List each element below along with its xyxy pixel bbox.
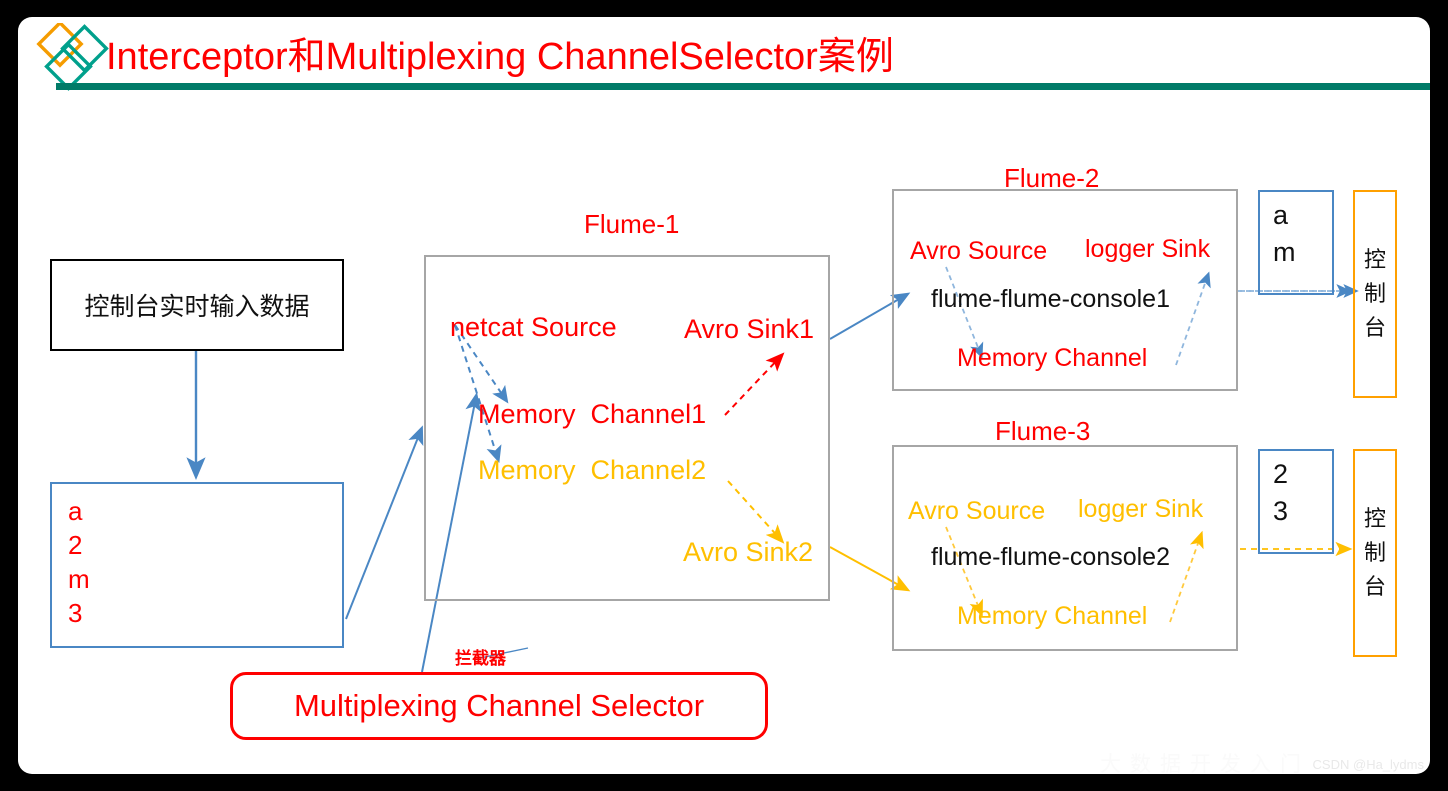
console-input-label: 控制台实时输入数据	[84, 293, 310, 321]
arrow-data-to-flume1	[345, 425, 424, 620]
flume3-title: Flume-3	[995, 416, 1091, 446]
slide-panel: Interceptor和Multiplexing ChannelSelector…	[18, 17, 1430, 774]
flume2-sink-label: logger Sink	[1085, 235, 1211, 263]
console-2-char: 控	[1363, 506, 1386, 531]
page-title: Interceptor和Multiplexing ChannelSelector…	[106, 36, 894, 78]
console-1-char: 台	[1363, 315, 1386, 340]
flume3-source-label: Avro Source	[908, 497, 1046, 525]
list-item: 2	[68, 530, 83, 560]
flume1-channel1-label: Memory Channel1	[478, 399, 707, 429]
console-1-char: 控	[1363, 247, 1386, 272]
console-2-char: 制	[1363, 540, 1386, 565]
flume2-channel-label: Memory Channel	[957, 344, 1148, 372]
console-1-box: 控 制 台	[1353, 190, 1397, 398]
output-1-list: a m	[1273, 197, 1296, 271]
input-data-list: a 2 m 3	[68, 494, 90, 630]
console-input-box: 控制台实时输入数据	[50, 259, 344, 351]
list-item: 2	[1273, 459, 1289, 489]
flume2-source-label: Avro Source	[910, 237, 1048, 265]
title-underline-rule	[56, 83, 1430, 90]
console-1-char: 制	[1363, 281, 1386, 306]
flume1-source-label: netcat Source	[450, 312, 617, 342]
list-item: m	[1273, 237, 1296, 267]
list-item: 3	[1273, 496, 1289, 526]
watermark-cn-text: 大数据开发入门	[1100, 753, 1310, 774]
flume1-sink2-label: Avro Sink2	[683, 537, 814, 567]
flume1-channel2-label: Memory Channel2	[478, 455, 707, 485]
flume1-title: Flume-1	[584, 209, 680, 239]
input-data-box: a 2 m 3	[50, 482, 344, 648]
multiplexing-channel-selector-label: Multiplexing Channel Selector	[293, 688, 705, 723]
list-item: a	[68, 496, 83, 526]
console-2-box: 控 制 台	[1353, 449, 1397, 657]
output-2-list: 2 3	[1273, 456, 1288, 530]
console-2-char: 台	[1363, 574, 1386, 599]
flume1-sink1-label: Avro Sink1	[684, 314, 815, 344]
output-2-box: 2 3	[1258, 449, 1334, 554]
output-1-box: a m	[1258, 190, 1334, 295]
list-item: 3	[68, 598, 83, 628]
flume3-agent-name: flume-flume-console2	[931, 543, 1170, 571]
list-item: m	[68, 564, 90, 594]
slide-header: Interceptor和Multiplexing ChannelSelector…	[18, 17, 1430, 91]
list-item: a	[1273, 200, 1289, 230]
multiplexing-channel-selector-box: Multiplexing Channel Selector	[230, 672, 768, 740]
interceptor-callout-label: 拦截器	[455, 649, 506, 668]
watermark-text: CSDN @Ha_lydms	[1312, 757, 1424, 772]
flume3-sink-label: logger Sink	[1078, 495, 1204, 523]
screenshot-root: Interceptor和Multiplexing ChannelSelector…	[0, 0, 1448, 791]
flume2-agent-name: flume-flume-console1	[931, 285, 1170, 313]
flume3-channel-label: Memory Channel	[957, 602, 1148, 630]
